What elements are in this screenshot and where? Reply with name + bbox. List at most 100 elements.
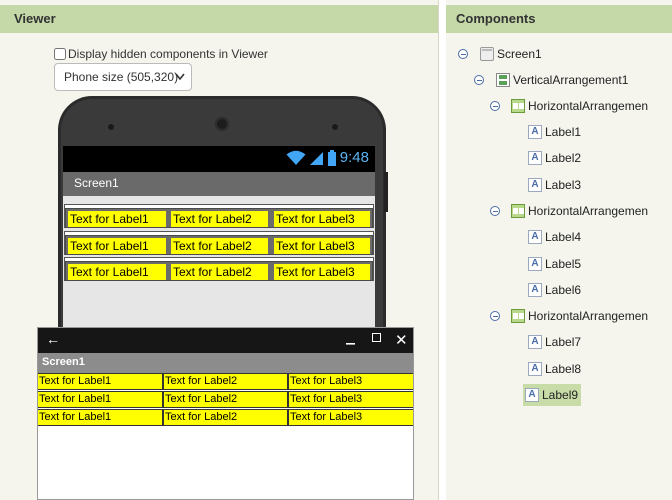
label-icon: A: [528, 362, 542, 376]
phone-label[interactable]: Text for Label2: [171, 211, 268, 227]
tree-item-label: Label8: [545, 362, 582, 376]
phone-screen-title: Screen1: [74, 176, 119, 190]
tree-item-label: HorizontalArrangemen: [528, 309, 649, 323]
tree-item-horizontalarrangement2[interactable]: HorizontalArrangemen: [511, 202, 648, 220]
window-label: Text for Label1: [38, 374, 162, 389]
phone-horizontal-arrangement[interactable]: Text for Label1 Text for Label2 Text for…: [65, 235, 373, 255]
phone-title-bar: Screen1: [63, 172, 375, 196]
window-horizontal-arrangement: Text for Label1 Text for Label2 Text for…: [38, 373, 413, 390]
screen-icon: [480, 47, 494, 61]
tree-item-label: Label2: [545, 151, 582, 165]
window-label: Text for Label2: [164, 392, 287, 407]
tree-item-screen1[interactable]: Screen1: [480, 45, 542, 63]
window-label: Text for Label1: [38, 410, 162, 425]
window-label: Text for Label3: [289, 374, 413, 389]
label-icon: A: [525, 388, 539, 402]
tree-item-label: Label1: [545, 125, 582, 139]
viewer-header: Viewer: [0, 5, 438, 33]
phone-label[interactable]: Text for Label3: [274, 264, 370, 280]
window-label: Text for Label2: [164, 410, 287, 425]
tree-item-label: HorizontalArrangemen: [528, 99, 649, 113]
phone-label[interactable]: Text for Label1: [68, 264, 166, 280]
signal-icon: [309, 150, 324, 166]
status-bar: 9:48: [63, 146, 375, 172]
tree-item-label7[interactable]: A Label7: [528, 333, 581, 351]
phone-sensor: [108, 124, 114, 130]
wifi-icon: [286, 150, 306, 166]
label-icon: A: [528, 125, 542, 139]
tree-item-label: Screen1: [497, 47, 542, 61]
phone-size-select[interactable]: Phone size (505,320): [54, 63, 192, 91]
window-screen-title: Screen1: [42, 356, 85, 368]
tree-item-label: Label7: [545, 335, 582, 349]
components-panel: Components Screen1 VerticalArrangement1 …: [446, 0, 672, 500]
window-label: Text for Label3: [289, 410, 413, 425]
collapse-toggle-icon[interactable]: [490, 206, 500, 216]
phone-horizontal-arrangement[interactable]: Text for Label1 Text for Label2 Text for…: [65, 208, 373, 228]
collapse-toggle-icon[interactable]: [490, 311, 500, 321]
window-label: Text for Label1: [38, 392, 162, 407]
tree-item-label9-selected[interactable]: A Label9: [523, 384, 582, 406]
phone-label[interactable]: Text for Label1: [68, 211, 166, 227]
tree-item-label6[interactable]: A Label6: [528, 281, 581, 299]
label-icon: A: [528, 178, 542, 192]
window-label: Text for Label3: [289, 392, 413, 407]
window-horizontal-arrangement: Text for Label1 Text for Label2 Text for…: [38, 409, 413, 426]
tree-item-label2[interactable]: A Label2: [528, 149, 581, 167]
phone-label[interactable]: Text for Label2: [171, 238, 268, 254]
close-icon[interactable]: ✕: [395, 331, 408, 349]
minimize-icon[interactable]: [346, 334, 356, 349]
tree-item-label: Label4: [545, 230, 582, 244]
window-horizontal-arrangement: Text for Label1 Text for Label2 Text for…: [38, 391, 413, 408]
maximize-icon[interactable]: [372, 333, 381, 342]
phone-label[interactable]: Text for Label3: [274, 211, 370, 227]
phone-horizontal-arrangement[interactable]: Text for Label1 Text for Label2 Text for…: [65, 261, 373, 281]
display-hidden-label[interactable]: Display hidden components in Viewer: [68, 47, 268, 61]
label-icon: A: [528, 151, 542, 165]
label-icon: A: [528, 257, 542, 271]
display-hidden-row: Display hidden components in Viewer: [54, 46, 268, 62]
window-screen-title-bar: Screen1: [38, 353, 413, 373]
label-icon: A: [528, 335, 542, 349]
label-icon: A: [528, 283, 542, 297]
tree-item-label4[interactable]: A Label4: [528, 228, 581, 246]
tree-item-label5[interactable]: A Label5: [528, 255, 581, 273]
preview-window: ← ✕ Screen1 Text for Label1 Text for Lab…: [37, 327, 414, 500]
tree-item-label: Label6: [545, 283, 582, 297]
horizontal-arrangement-icon: [511, 99, 525, 113]
window-label: Text for Label2: [164, 374, 287, 389]
display-hidden-checkbox[interactable]: [54, 48, 66, 60]
back-arrow-icon[interactable]: ←: [46, 331, 60, 347]
chevron-down-icon: [175, 64, 185, 100]
phone-side-button: [384, 172, 388, 212]
tree-item-label1[interactable]: A Label1: [528, 123, 581, 141]
components-header: Components: [446, 5, 672, 33]
label-icon: A: [528, 230, 542, 244]
window-title-bar[interactable]: ← ✕: [38, 328, 413, 353]
phone-size-value: Phone size (505,320): [64, 70, 179, 84]
tree-item-verticalarrangement1[interactable]: VerticalArrangement1: [496, 71, 628, 89]
vertical-arrangement-icon: [496, 73, 510, 87]
horizontal-arrangement-icon: [511, 309, 525, 323]
collapse-toggle-icon[interactable]: [490, 101, 500, 111]
battery-icon: [327, 149, 336, 166]
phone-speaker: [215, 117, 229, 131]
horizontal-arrangement-icon: [511, 204, 525, 218]
phone-label[interactable]: Text for Label1: [68, 238, 166, 254]
tree-item-horizontalarrangement3[interactable]: HorizontalArrangemen: [511, 307, 648, 325]
phone-screen: 9:48 Screen1 Text for Label1 Text for La…: [63, 146, 375, 336]
tree-item-label: Label3: [545, 178, 582, 192]
tree-item-label: VerticalArrangement1: [513, 73, 629, 87]
tree-item-label: Label9: [542, 388, 579, 402]
tree-item-label: Label5: [545, 257, 582, 271]
phone-label[interactable]: Text for Label2: [171, 264, 268, 280]
phone-label[interactable]: Text for Label3: [274, 238, 370, 254]
tree-item-label3[interactable]: A Label3: [528, 176, 581, 194]
tree-item-label8[interactable]: A Label8: [528, 360, 581, 378]
tree-item-horizontalarrangement1[interactable]: HorizontalArrangemen: [511, 97, 648, 115]
collapse-toggle-icon[interactable]: [458, 49, 468, 59]
phone-camera: [332, 124, 338, 130]
collapse-toggle-icon[interactable]: [474, 75, 484, 85]
tree-item-label: HorizontalArrangemen: [528, 204, 649, 218]
status-time: 9:48: [339, 149, 369, 166]
